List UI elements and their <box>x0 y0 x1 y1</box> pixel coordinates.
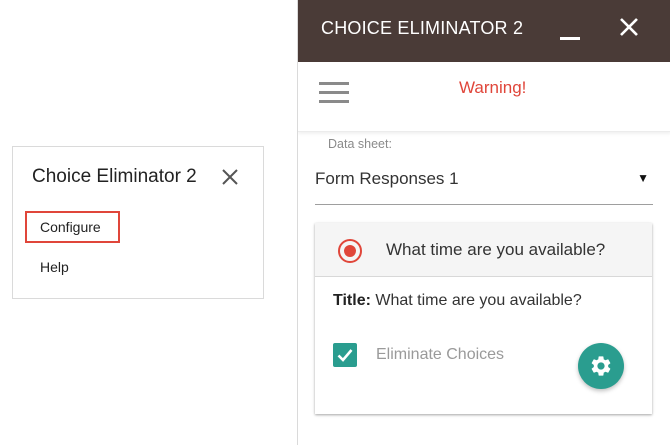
dropdown-arrow-icon: ▼ <box>637 171 649 185</box>
menu-item-help[interactable]: Help <box>40 259 69 275</box>
data-sheet-value: Form Responses 1 <box>315 169 459 188</box>
eliminate-choices-checkbox[interactable] <box>333 343 357 367</box>
sidebar-panel: CHOICE ELIMINATOR 2 Warning! Data sheet:… <box>297 0 670 445</box>
gear-icon <box>591 356 611 376</box>
question-header-text: What time are you available? <box>386 240 606 259</box>
settings-fab-button[interactable] <box>578 343 624 389</box>
sidebar-header: CHOICE ELIMINATOR 2 <box>298 0 670 62</box>
check-icon <box>337 349 353 362</box>
sidebar-title: CHOICE ELIMINATOR 2 <box>321 18 524 38</box>
title-value: What time are you available? <box>375 292 582 309</box>
hamburger-menu-icon[interactable] <box>319 82 349 104</box>
radio-selected-icon[interactable] <box>338 239 362 263</box>
warning-link[interactable]: Warning! <box>459 78 526 98</box>
sidebar-toolbar: Warning! <box>298 62 670 132</box>
menu-item-configure[interactable]: Configure <box>40 219 101 235</box>
question-card: What time are you available? Title: What… <box>315 223 652 414</box>
close-icon[interactable] <box>221 168 239 186</box>
addon-menu-popup: Choice Eliminator 2 Configure Help <box>12 146 264 299</box>
close-icon[interactable] <box>618 16 640 38</box>
title-label: Title: <box>333 292 371 309</box>
minimize-icon[interactable] <box>560 18 580 40</box>
question-card-header[interactable]: What time are you available? <box>315 223 652 277</box>
question-title-line: Title: What time are you available? <box>333 292 582 310</box>
eliminate-choices-label: Eliminate Choices <box>376 346 505 363</box>
data-sheet-select[interactable]: Form Responses 1 ▼ <box>315 163 653 205</box>
menu-title: Choice Eliminator 2 <box>32 166 197 187</box>
data-sheet-label: Data sheet: <box>328 137 392 151</box>
